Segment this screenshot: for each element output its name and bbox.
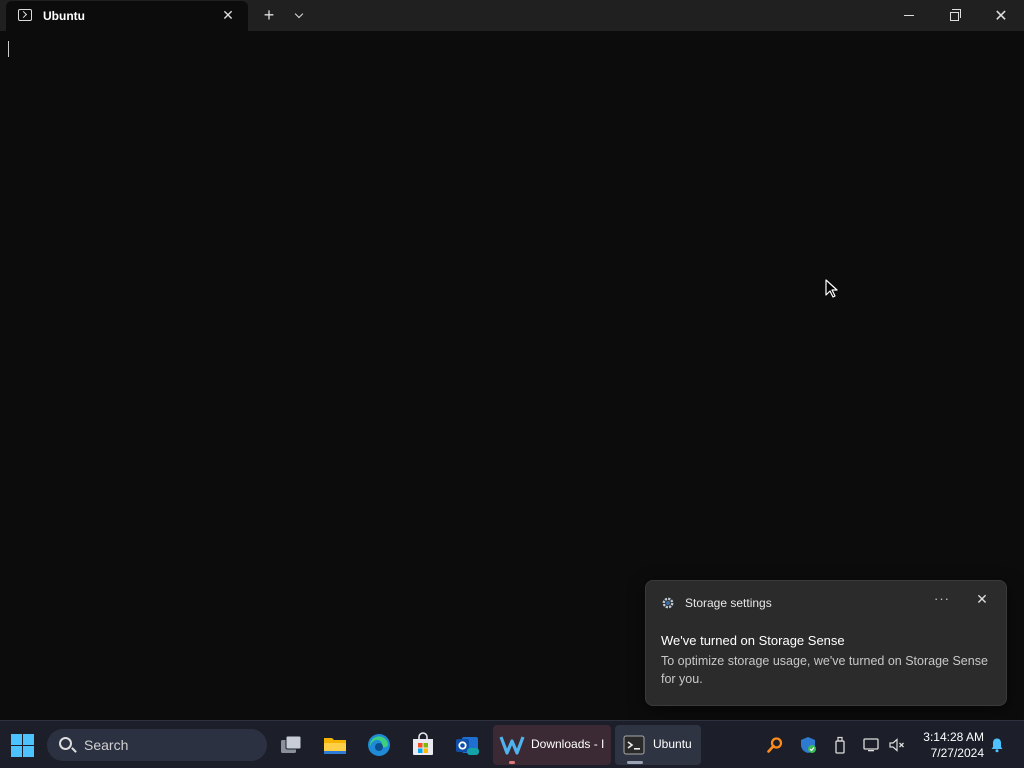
edge-icon[interactable] bbox=[365, 731, 393, 759]
tab-dropdown-button[interactable] bbox=[288, 4, 310, 26]
notification-bell-icon[interactable] bbox=[987, 735, 1007, 755]
minimize-icon bbox=[904, 15, 914, 16]
text-caret bbox=[8, 41, 9, 57]
chevron-down-icon bbox=[294, 9, 304, 18]
minimize-button[interactable] bbox=[886, 0, 932, 31]
title-bar: Ubuntu ✕ + ✕ bbox=[0, 0, 1024, 31]
store-icon[interactable] bbox=[409, 731, 437, 759]
tab-close-button[interactable]: ✕ bbox=[218, 5, 238, 25]
start-button[interactable] bbox=[11, 734, 34, 757]
new-tab-button[interactable]: + bbox=[258, 4, 280, 26]
taskbar: Search Downloads - I Ubuntu 3:14:28 AM 7… bbox=[0, 720, 1024, 768]
clock-date: 7/27/2024 bbox=[930, 746, 984, 760]
usb-drive-icon[interactable] bbox=[830, 735, 850, 755]
search-icon bbox=[59, 737, 72, 750]
taskbar-app-ubuntu[interactable]: Ubuntu bbox=[615, 725, 701, 765]
clock-time: 3:14:28 AM bbox=[923, 730, 984, 744]
storage-sense-notification[interactable]: Storage settings ··· ✕ We've turned on S… bbox=[645, 580, 1007, 706]
windows-logo-icon bbox=[11, 734, 22, 745]
folder-icon[interactable] bbox=[321, 731, 349, 759]
task-view-icon[interactable] bbox=[277, 731, 305, 759]
notification-title: We've turned on Storage Sense bbox=[661, 633, 845, 648]
gear-icon bbox=[662, 597, 674, 609]
terminal-icon bbox=[18, 9, 32, 21]
downloads-label: Downloads - I bbox=[531, 737, 605, 751]
close-button[interactable]: ✕ bbox=[978, 0, 1024, 31]
tab-ubuntu[interactable]: Ubuntu ✕ bbox=[6, 1, 248, 31]
taskbar-app-downloads[interactable]: Downloads - I bbox=[493, 725, 611, 765]
active-indicator bbox=[627, 761, 643, 764]
notification-close-button[interactable]: ✕ bbox=[972, 591, 992, 611]
taskbar-search[interactable]: Search bbox=[47, 729, 267, 761]
running-indicator bbox=[509, 761, 515, 764]
ubuntu-label: Ubuntu bbox=[653, 737, 692, 751]
tab-title: Ubuntu bbox=[43, 9, 85, 23]
notification-body: To optimize storage usage, we've turned … bbox=[661, 654, 988, 686]
more-options-button[interactable]: ··· bbox=[932, 591, 952, 611]
terminal-icon bbox=[623, 735, 645, 755]
volume-muted-icon[interactable] bbox=[887, 735, 907, 755]
system-clock[interactable]: 3:14:28 AM 7/27/2024 bbox=[908, 729, 984, 761]
restore-button[interactable] bbox=[932, 0, 978, 31]
notification-app-name: Storage settings bbox=[685, 596, 772, 610]
security-shield-icon[interactable] bbox=[798, 735, 818, 755]
search-placeholder: Search bbox=[84, 737, 129, 753]
network-icon[interactable] bbox=[861, 735, 881, 755]
wps-icon bbox=[499, 736, 525, 755]
outlook-icon[interactable] bbox=[453, 731, 481, 759]
magnifier-icon[interactable] bbox=[765, 735, 785, 755]
restore-icon bbox=[949, 9, 961, 21]
